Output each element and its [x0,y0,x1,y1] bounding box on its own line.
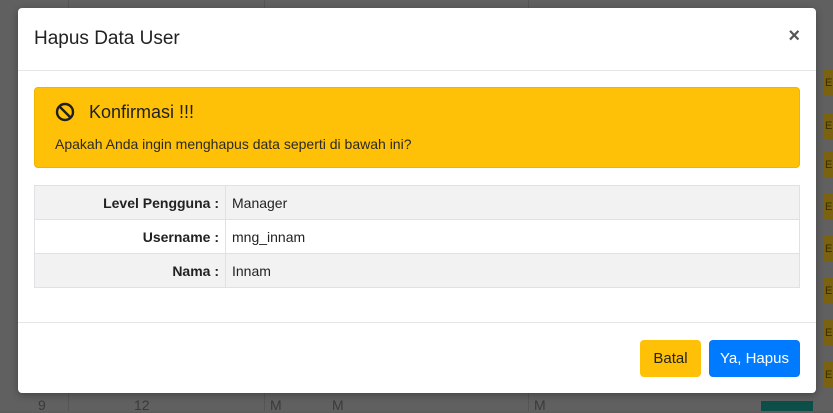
modal-title: Hapus Data User [34,28,180,49]
table-row: Level Pengguna : Manager [34,185,800,220]
table-row: Nama : Innam [34,253,800,288]
table-row: Username : mng_innam [34,219,800,254]
background-action-button [761,401,813,411]
confirm-delete-button[interactable]: Ya, Hapus [709,340,800,377]
user-detail-table: Level Pengguna : Manager Username : mng_… [34,185,800,288]
background-edit-button: E [823,152,833,178]
background-edit-button: E [823,320,833,346]
detail-value: Manager [225,185,800,220]
background-edit-button: E [823,236,833,262]
modal-footer: Batal Ya, Hapus [18,322,816,393]
background-edit-button: E [823,278,833,304]
alert-message: Apakah Anda ingin menghapus data seperti… [55,136,412,152]
ban-icon [55,102,75,122]
detail-value: mng_innam [225,219,800,254]
background-edit-button: E [823,194,833,220]
background-edit-button: E [823,70,833,96]
close-button[interactable]: × [788,24,800,48]
alert-heading: Konfirmasi !!! [89,102,195,122]
detail-label: Nama : [34,253,226,288]
detail-label: Username : [34,219,226,254]
detail-label: Level Pengguna : [34,185,226,220]
confirmation-alert: Konfirmasi !!! Apakah Anda ingin menghap… [34,87,800,168]
background-edit-button: E [823,362,833,388]
delete-user-modal: Hapus Data User × Konfirmasi !!! Apakah … [18,8,816,393]
cancel-button[interactable]: Batal [640,340,701,377]
modal-header: Hapus Data User × [18,8,816,71]
detail-value: Innam [225,253,800,288]
background-edit-button: E [823,113,833,139]
